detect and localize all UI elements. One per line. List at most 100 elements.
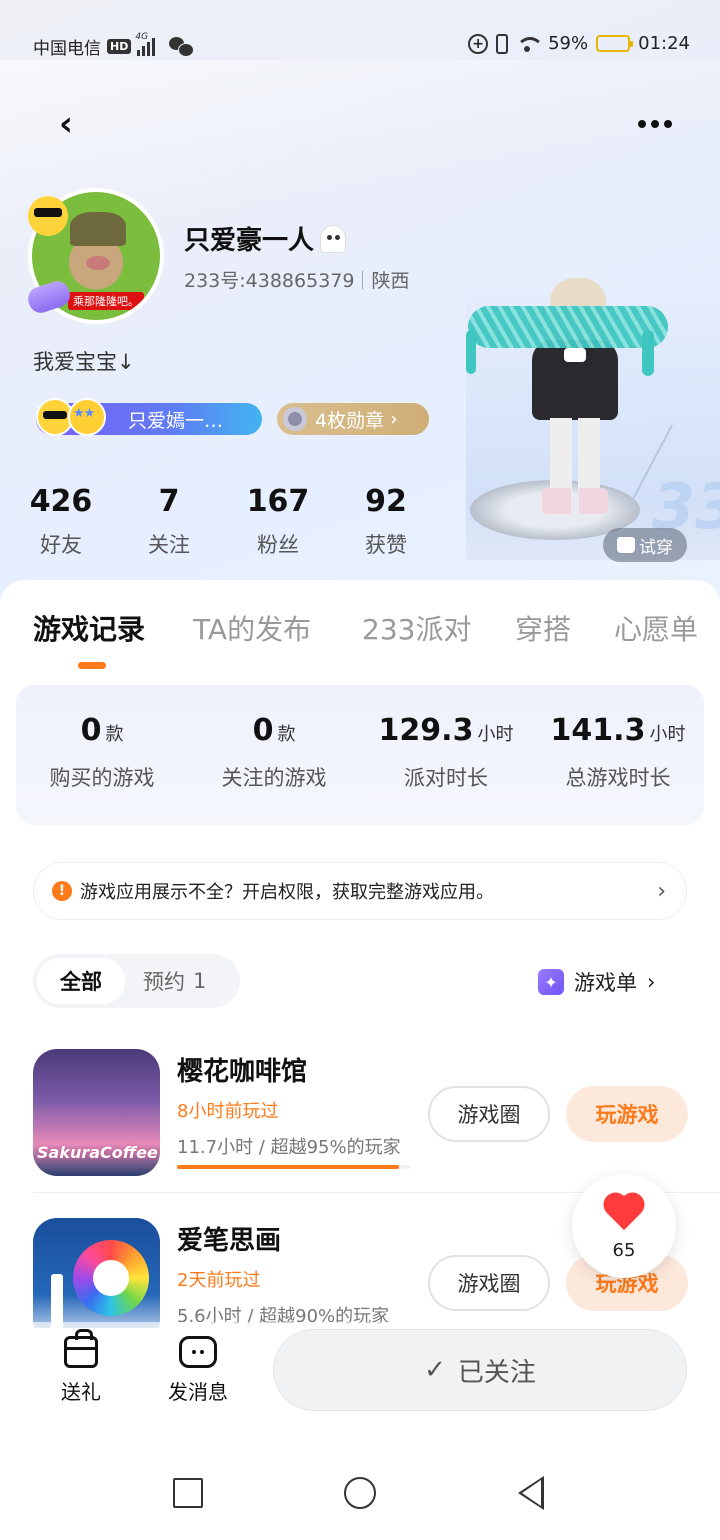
chevron-right-icon: › (390, 408, 398, 430)
tab-outfits[interactable]: 穿搭 (515, 608, 571, 648)
chevron-right-icon: › (657, 879, 666, 904)
tab-party[interactable]: 233派对 (362, 608, 471, 648)
warning-icon: ! (52, 881, 72, 901)
sakura-cafe-icon[interactable] (33, 1049, 160, 1176)
bottom-action-bar: 送礼 发消息 ✓ 已关注 (0, 1322, 720, 1432)
summary-label: 派对时长 (404, 766, 488, 790)
medals-text: 4枚勋章 (315, 409, 385, 432)
stat-label: 关注 (148, 533, 190, 557)
tab-wishlist[interactable]: 心愿单 (614, 608, 698, 648)
nickname: 只爱豪一人 (184, 220, 347, 257)
network-type: 4G (135, 31, 149, 42)
summary-party-time: 129.3 小时 派对时长 (360, 713, 532, 792)
send-gift-button[interactable]: 送礼 (41, 1329, 121, 1405)
try-on-button[interactable]: 试穿 (603, 528, 687, 562)
sunglasses-emoji-icon (28, 196, 68, 236)
summary-value: 0 (80, 713, 102, 748)
clock: 01:24 (638, 33, 690, 54)
hd-badge: HD (107, 39, 132, 54)
game-name: 樱花咖啡馆 (177, 1057, 308, 1087)
game-circle-button[interactable]: 游戏圈 (428, 1255, 550, 1311)
summary-unit: 小时 (649, 724, 686, 745)
game-list-label: 游戏单 (574, 971, 637, 995)
dragon-accessory (468, 306, 668, 348)
stat-following[interactable]: 7 关注 (119, 484, 219, 559)
tab-bar: 游戏记录 TA的发布 233派对 穿搭 心愿单 (0, 608, 720, 648)
stat-value: 7 (158, 484, 180, 519)
avatar-tag: 乘那隆隆吧。 (68, 292, 144, 310)
game-last-played: 2天前玩过 (177, 1270, 261, 1291)
summary-value: 129.3 (378, 713, 474, 748)
wifi-icon (516, 35, 541, 53)
signal-icon: 4G (135, 32, 156, 56)
system-nav-bar (0, 1440, 720, 1540)
game-playtime: 11.7小时 / 超越95%的玩家 (177, 1137, 401, 1158)
summary-followed: 0款 关注的游戏 (188, 713, 360, 792)
tab-indicator (78, 662, 106, 669)
medal-icon (283, 407, 307, 431)
summary-label: 总游戏时长 (565, 766, 671, 790)
ibis-paint-icon[interactable] (33, 1218, 160, 1328)
system-back-button[interactable] (518, 1476, 544, 1510)
bio: 我爱宝宝↓ (33, 350, 135, 374)
region: 陕西 (371, 270, 410, 292)
game-summary-card: 0款 购买的游戏 0款 关注的游戏 129.3 小时 派对时长 141.3 小时 总… (16, 685, 704, 825)
filter-all[interactable]: 全部 (37, 958, 125, 1004)
status-bar: 中国电信 HD 4G + 59% 01:24 (0, 0, 720, 90)
stat-label: 获赞 (365, 533, 407, 557)
stat-value: 426 (29, 484, 93, 519)
more-options-button[interactable] (630, 104, 680, 144)
stat-value: 167 (246, 484, 310, 519)
permission-notice[interactable]: ! 游戏应用展示不全？开启权限，获取完整游戏应用。 › (33, 862, 687, 920)
filter-reserved-label: 预约 (143, 970, 185, 994)
notice-text: 游戏应用展示不全？开启权限，获取完整游戏应用。 (80, 882, 494, 903)
battery-icon (596, 35, 634, 52)
game-name: 爱笔思画 (177, 1226, 282, 1256)
tab-posts[interactable]: TA的发布 (193, 608, 311, 648)
try-on-label: 试穿 (639, 537, 673, 558)
title-badge-text: 只爱嫣一… (128, 409, 224, 432)
summary-unit: 款 (277, 724, 296, 745)
filter-reserved-count: 1 (193, 969, 207, 993)
playtime-progress (177, 1165, 411, 1169)
stat-label: 粉丝 (257, 533, 299, 557)
title-emoji-icons (36, 398, 108, 438)
summary-value: 0 (252, 713, 274, 748)
followed-button[interactable]: ✓ 已关注 (273, 1329, 687, 1411)
filter-reserved[interactable]: 预约 1 (143, 958, 206, 1004)
carrier-name: 中国电信 (33, 39, 101, 59)
game-last-played: 8小时前玩过 (177, 1101, 279, 1122)
play-game-button[interactable]: 玩游戏 (566, 1086, 688, 1142)
nickname-text: 只爱豪一人 (184, 226, 315, 256)
stat-fans[interactable]: 167 粉丝 (228, 484, 328, 559)
gift-icon (64, 1329, 98, 1368)
stat-friends[interactable]: 426 好友 (11, 484, 111, 559)
game-circle-button[interactable]: 游戏圈 (428, 1086, 550, 1142)
message-icon (179, 1336, 217, 1368)
tab-game-records[interactable]: 游戏记录 (33, 608, 145, 648)
avatar[interactable]: 乘那隆隆吧。 (25, 188, 164, 324)
send-message-label: 发消息 (168, 1380, 228, 1404)
divider (362, 270, 364, 289)
send-gift-label: 送礼 (61, 1380, 101, 1404)
wechat-icon (169, 36, 195, 57)
data-saver-icon: + (468, 33, 489, 54)
home-button[interactable] (344, 1477, 376, 1509)
summary-label: 关注的游戏 (221, 766, 327, 790)
character-figure[interactable]: 33 (466, 270, 720, 560)
like-count: 65 (612, 1240, 636, 1261)
playtime-progress-fill (177, 1165, 400, 1169)
back-button[interactable]: ‹ (46, 104, 86, 144)
recent-apps-button[interactable] (173, 1478, 203, 1508)
game-list-link[interactable]: ✦ 游戏单 › (538, 965, 655, 999)
stat-label: 好友 (40, 533, 82, 557)
status-left: 中国电信 HD 4G (33, 32, 195, 59)
send-message-button[interactable]: 发消息 (158, 1336, 238, 1405)
stat-likes[interactable]: 92 获赞 (336, 484, 436, 559)
shirt-icon (617, 537, 635, 553)
summary-unit: 款 (105, 724, 124, 745)
like-button[interactable]: 65 (572, 1174, 676, 1278)
medals-badge[interactable]: 4枚勋章 › (277, 403, 429, 435)
user-id[interactable]: 233号:438865379 (184, 266, 354, 293)
battery-percent: 59% (548, 33, 589, 54)
